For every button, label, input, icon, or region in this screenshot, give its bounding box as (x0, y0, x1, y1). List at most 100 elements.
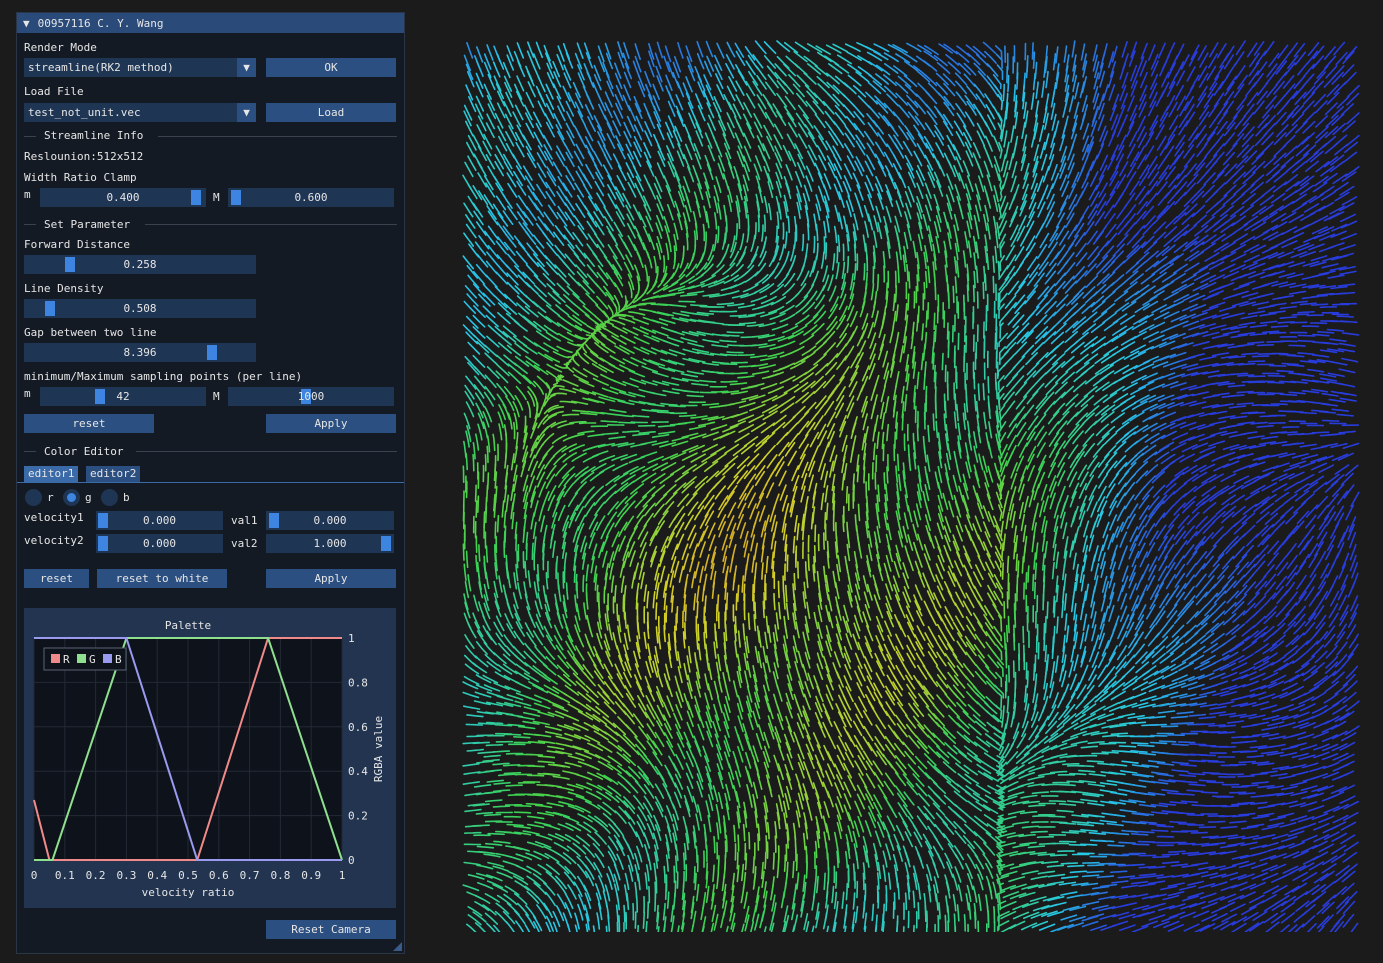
streamline (913, 510, 919, 528)
streamline (966, 85, 978, 100)
streamline (1345, 134, 1360, 147)
streamline (1259, 312, 1277, 317)
streamline (751, 555, 756, 573)
width-max-slider[interactable]: 0.600 (228, 188, 394, 207)
streamline (1143, 451, 1158, 463)
streamline (883, 102, 896, 117)
streamline (547, 485, 557, 502)
streamline (826, 423, 836, 440)
load-button[interactable]: Load (266, 103, 396, 122)
velocity1-value: 0.000 (142, 514, 177, 527)
streamline (843, 163, 853, 180)
streamline (794, 314, 810, 326)
streamline (984, 120, 994, 137)
render-mode-select[interactable]: streamline(RK2 method) ▼ (24, 58, 256, 77)
radio-b[interactable] (101, 489, 118, 506)
collapse-arrow-icon[interactable]: ▼ (23, 17, 30, 30)
resize-grip-icon[interactable] (393, 942, 402, 951)
streamline (1340, 220, 1358, 229)
streamline (533, 380, 545, 395)
streamline (852, 103, 865, 118)
radio-r[interactable] (25, 489, 42, 506)
streamline (1318, 201, 1335, 212)
line-density-slider[interactable]: 0.508 (24, 299, 256, 318)
tab-editor1[interactable]: editor1 (24, 466, 79, 482)
panel-titlebar[interactable]: ▼ 00957116 C. Y. Wang (17, 13, 404, 33)
streamline (596, 243, 608, 259)
streamline (687, 342, 705, 348)
apply-parameters-button[interactable]: Apply (266, 414, 396, 433)
ok-button[interactable]: OK (266, 58, 396, 77)
velocity1-slider[interactable]: 0.000 (96, 511, 223, 530)
streamline (557, 374, 565, 381)
streamline (574, 182, 585, 198)
sampling-min-slider[interactable]: 42 (40, 387, 206, 406)
streamline (765, 482, 775, 499)
streamline (936, 61, 951, 75)
streamline (877, 484, 881, 502)
streamline (1251, 221, 1267, 232)
velocity2-slider[interactable]: 0.000 (96, 534, 223, 553)
streamline (1241, 262, 1258, 271)
streamline (1040, 153, 1048, 171)
tab-editor2[interactable]: editor2 (86, 466, 141, 482)
streamline (895, 304, 899, 322)
streamline-render[interactable] (462, 40, 1360, 944)
sampling-max-slider[interactable]: 1000 (228, 387, 394, 406)
streamline (1234, 64, 1246, 80)
streamline (564, 253, 577, 268)
streamline (792, 535, 796, 554)
streamline-viewport[interactable] (462, 40, 1360, 944)
streamline (577, 430, 595, 435)
chevron-down-icon[interactable]: ▼ (237, 58, 256, 77)
reset-to-white-button[interactable]: reset to white (97, 569, 227, 588)
streamline (478, 544, 481, 562)
streamline (873, 50, 889, 61)
streamline (1062, 522, 1068, 540)
streamline (901, 413, 905, 431)
reset-camera-button[interactable]: Reset Camera (266, 920, 396, 939)
apply-color-button[interactable]: Apply (266, 569, 396, 588)
streamline (538, 504, 545, 522)
streamline (1142, 221, 1156, 236)
streamline (863, 130, 875, 146)
chevron-down-icon[interactable]: ▼ (237, 103, 256, 122)
streamline (1013, 84, 1017, 102)
streamline (1169, 253, 1184, 265)
streamline (878, 321, 885, 339)
streamline (485, 571, 490, 590)
radio-g[interactable] (63, 489, 80, 506)
val1-slider[interactable]: 0.000 (266, 511, 394, 530)
streamline (1102, 312, 1117, 324)
forward-distance-slider[interactable]: 0.258 (24, 255, 256, 274)
streamline (872, 251, 876, 270)
streamline (1096, 142, 1105, 160)
streamline (1082, 520, 1090, 538)
width-min-slider[interactable]: 0.400 (40, 188, 206, 207)
load-file-select[interactable]: test_not_unit.vec ▼ (24, 103, 256, 122)
streamline (525, 264, 539, 278)
streamline (1283, 493, 1298, 505)
streamline (917, 533, 924, 551)
streamline (656, 41, 664, 59)
streamline (984, 204, 990, 222)
streamline (1084, 263, 1097, 277)
gap-slider[interactable]: 8.396 (24, 343, 256, 362)
streamline (799, 372, 814, 384)
streamline (842, 93, 856, 107)
streamline (618, 535, 626, 552)
streamline (836, 355, 848, 370)
render-mode-label: Render Mode (24, 41, 97, 54)
streamline (749, 354, 768, 359)
streamline (1071, 40, 1076, 58)
reset-parameters-button[interactable]: reset (24, 414, 154, 433)
streamline (801, 233, 805, 252)
streamline (681, 389, 700, 394)
val2-slider[interactable]: 1.000 (266, 534, 394, 553)
streamline (699, 513, 709, 529)
streamline (1268, 331, 1287, 335)
streamline (1138, 171, 1150, 187)
streamline (1169, 55, 1179, 72)
streamline (708, 534, 716, 552)
reset-color-button[interactable]: reset (24, 569, 89, 588)
